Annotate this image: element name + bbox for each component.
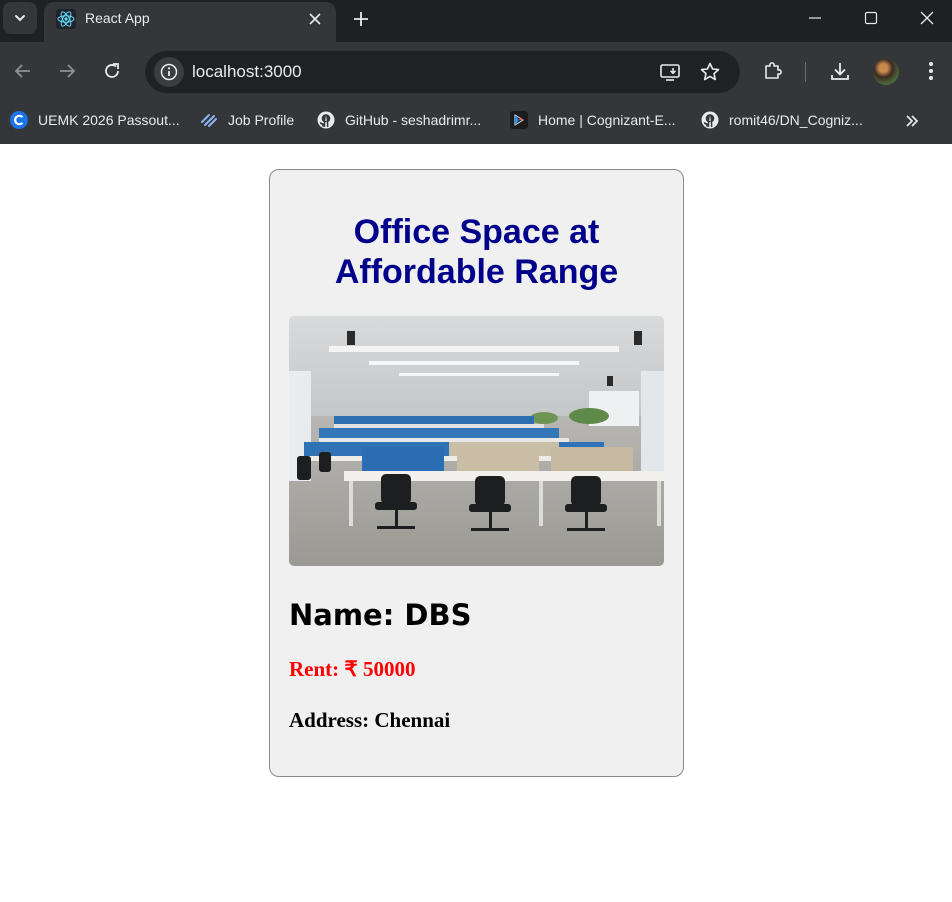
toolbar-divider	[805, 62, 806, 82]
bookmark-item[interactable]: GitHub - seshadrimr...	[317, 109, 481, 131]
more-bookmarks-button[interactable]	[900, 110, 924, 132]
browser-toolbar: localhost:3000	[0, 42, 952, 100]
info-icon	[160, 63, 178, 81]
double-chevron-right-icon	[906, 115, 919, 127]
reload-icon	[105, 63, 119, 78]
arrow-left-icon	[14, 64, 30, 78]
office-address: Address: Chennai	[289, 708, 451, 732]
chevron-down-icon	[15, 15, 25, 22]
tab-close-button[interactable]	[304, 8, 326, 30]
bookmark-item[interactable]: Home | Cognizant-E...	[510, 109, 675, 131]
install-app-icon	[660, 64, 680, 81]
download-icon	[831, 63, 849, 80]
page-title: Office Space at Affordable Range	[334, 213, 619, 291]
github-icon	[701, 111, 719, 129]
github-icon	[317, 111, 335, 129]
bookmark-item[interactable]: Job Profile	[200, 109, 294, 131]
office-rent: Rent: ₹ 50000	[289, 657, 416, 681]
back-button[interactable]	[8, 56, 38, 86]
bookmark-label: GitHub - seshadrimr...	[345, 112, 482, 128]
bookmarks-bar: UEMK 2026 Passout... Job Profile GitHub …	[0, 100, 952, 144]
plus-icon	[354, 12, 368, 26]
kebab-menu-icon	[929, 62, 933, 80]
site-info-button[interactable]	[154, 57, 184, 87]
bookmark-label: romit46/DN_Cogniz...	[729, 112, 863, 128]
puzzle-icon	[765, 62, 782, 79]
office-image	[289, 316, 664, 566]
address-bar[interactable]: localhost:3000	[145, 51, 740, 93]
bookmark-star-button[interactable]	[698, 60, 722, 84]
close-window-button[interactable]	[899, 0, 952, 36]
minimize-button[interactable]	[787, 0, 843, 36]
close-icon	[920, 11, 934, 25]
bookmark-label: Home | Cognizant-E...	[538, 112, 676, 128]
job-profile-icon	[200, 111, 218, 129]
active-tab[interactable]: React App	[44, 2, 336, 42]
bookmark-item[interactable]: UEMK 2026 Passout...	[10, 109, 180, 131]
star-icon	[700, 62, 720, 81]
profile-avatar[interactable]	[873, 59, 899, 85]
page-viewport: Office Space at Affordable Range Name: D…	[0, 144, 952, 902]
cognizant-icon	[510, 111, 528, 129]
bookmark-label: UEMK 2026 Passout...	[38, 112, 180, 128]
install-app-button[interactable]	[658, 60, 682, 84]
office-name: Name: DBS	[289, 598, 472, 632]
maximize-button[interactable]	[843, 0, 899, 36]
close-icon	[309, 13, 321, 25]
url-text: localhost:3000	[192, 62, 302, 81]
arrow-right-icon	[60, 64, 76, 78]
tab-search-button[interactable]	[3, 2, 37, 34]
office-image-illustration	[289, 316, 664, 566]
bookmark-label: Job Profile	[228, 112, 295, 128]
tab-title: React App	[85, 10, 150, 26]
extensions-button[interactable]	[759, 57, 787, 85]
minimize-icon	[809, 17, 821, 19]
react-logo-icon	[56, 9, 76, 29]
new-tab-button[interactable]	[348, 6, 374, 32]
reload-button[interactable]	[97, 56, 127, 86]
tab-strip: React App	[0, 0, 952, 42]
maximize-icon	[864, 11, 878, 25]
forward-button[interactable]	[52, 56, 82, 86]
office-card: Office Space at Affordable Range Name: D…	[269, 169, 684, 777]
downloads-button[interactable]	[826, 57, 854, 85]
bookmark-item[interactable]: romit46/DN_Cogniz...	[701, 109, 863, 131]
menu-button[interactable]	[917, 57, 945, 85]
c-logo-icon	[10, 111, 28, 129]
